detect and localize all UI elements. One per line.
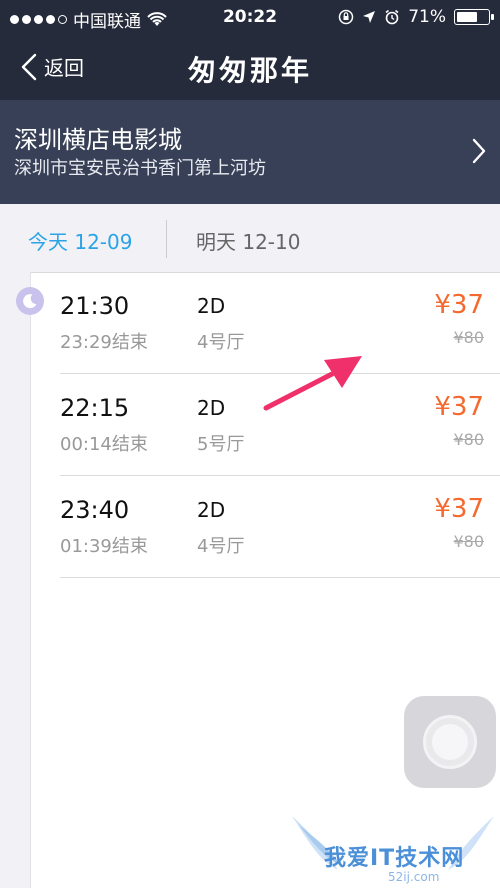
tab-tomorrow[interactable]: 明天 12-10 bbox=[196, 226, 300, 255]
rotation-lock-icon bbox=[338, 9, 354, 25]
showtime-start: 21:30 bbox=[60, 292, 130, 320]
watermark-text: 我爱IT技术网 bbox=[324, 846, 465, 871]
showtime-hall: 4号厅 bbox=[197, 332, 245, 353]
showtime-start: 23:40 bbox=[60, 496, 130, 524]
showtime-original-price: ¥80 bbox=[453, 430, 484, 449]
showtime-hall: 4号厅 bbox=[197, 536, 245, 557]
alarm-icon bbox=[385, 9, 399, 25]
battery-icon bbox=[454, 9, 494, 25]
showtime-hall: 5号厅 bbox=[197, 434, 245, 455]
cinema-info-card[interactable]: 深圳横店电影城 深圳市宝安民治书香门第上河坊 bbox=[0, 100, 500, 204]
status-right: 71% bbox=[338, 7, 494, 27]
watermark-logo: 我爱IT技术网 52ij.com bbox=[288, 810, 498, 888]
nav-bar: 返回 匆匆那年 bbox=[0, 34, 500, 100]
tab-divider bbox=[166, 220, 167, 258]
showtime-end: 01:39结束 bbox=[60, 536, 148, 557]
chevron-right-icon bbox=[472, 138, 486, 164]
showtime-row[interactable]: 22:15 00:14结束 2D 5号厅 ¥37 ¥80 bbox=[60, 374, 500, 476]
showtime-price: ¥37 bbox=[434, 392, 484, 422]
showtime-row[interactable]: 21:30 23:29结束 2D 4号厅 ¥37 ¥80 bbox=[60, 272, 500, 374]
status-bar: 中国联通 20:22 71% bbox=[0, 0, 500, 34]
showtime-original-price: ¥80 bbox=[453, 532, 484, 551]
showtime-price: ¥37 bbox=[434, 290, 484, 320]
date-tabs: 今天 12-09 明天 12-10 bbox=[0, 204, 500, 273]
watermark-sub: 52ij.com bbox=[388, 870, 440, 884]
location-arrow-icon bbox=[363, 11, 376, 23]
page-title: 匆匆那年 bbox=[187, 54, 312, 87]
cinema-address: 深圳市宝安民治书香门第上河坊 bbox=[14, 158, 266, 179]
showtime-start: 22:15 bbox=[60, 394, 130, 422]
showtime-format: 2D bbox=[197, 498, 226, 522]
tab-today[interactable]: 今天 12-09 bbox=[28, 226, 132, 255]
showtime-original-price: ¥80 bbox=[453, 328, 484, 347]
timeline-rail bbox=[0, 272, 31, 888]
showtime-end: 00:14结束 bbox=[60, 434, 148, 455]
showtime-format: 2D bbox=[197, 294, 226, 318]
showtime-format: 2D bbox=[197, 396, 226, 420]
cinema-name: 深圳横店电影城 bbox=[14, 126, 182, 154]
showtime-end: 23:29结束 bbox=[60, 332, 148, 353]
battery-percent: 71% bbox=[408, 7, 446, 27]
showtime-row[interactable]: 23:40 01:39结束 2D 4号厅 ¥37 ¥80 bbox=[60, 476, 500, 578]
assistive-touch-button[interactable] bbox=[404, 696, 496, 788]
moon-icon bbox=[16, 287, 44, 315]
showtime-price: ¥37 bbox=[434, 494, 484, 524]
